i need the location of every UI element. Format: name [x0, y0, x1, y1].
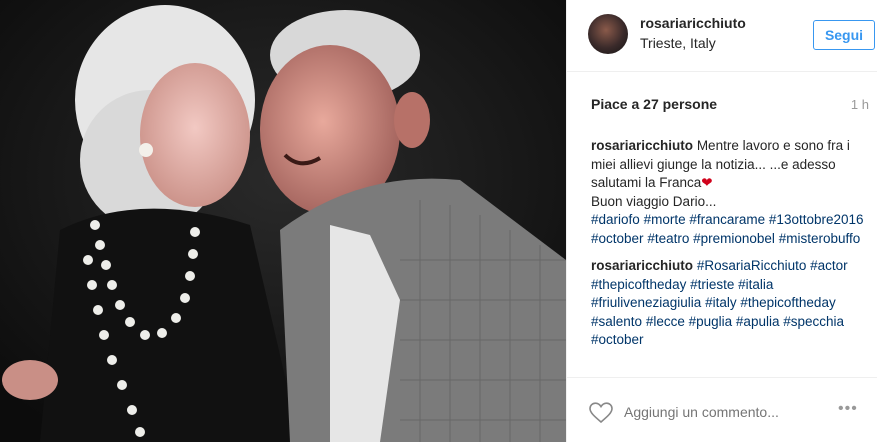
hashtag-link[interactable]: #italy — [705, 295, 737, 310]
heart-outline-icon[interactable] — [589, 402, 613, 424]
hashtag-link[interactable]: #italia — [738, 277, 773, 292]
comment-2: rosariaricchiuto #RosariaRicchiuto #acto… — [591, 257, 873, 350]
comments-list: rosariaricchiuto Mentre lavoro e sono fr… — [591, 137, 873, 359]
hashtag-link[interactable]: #friuliveneziagiulia — [591, 295, 701, 310]
hashtag-link[interactable]: #premionobel — [693, 231, 775, 246]
hashtag-link[interactable]: #misterobuffo — [779, 231, 861, 246]
hashtag-link[interactable]: #thepicoftheday — [740, 295, 835, 310]
hashtag-link[interactable]: #lecce — [646, 314, 685, 329]
hashtag-link[interactable]: #actor — [810, 258, 848, 273]
more-options-icon[interactable]: ••• — [838, 400, 858, 418]
hashtag-link[interactable]: #specchia — [783, 314, 844, 329]
add-comment-input[interactable] — [624, 404, 824, 420]
post-time[interactable]: 1 h — [851, 97, 869, 112]
post-photo[interactable] — [0, 0, 566, 442]
post-header: rosariaricchiuto Trieste, Italy Segui — [567, 0, 877, 72]
hashtag-link[interactable]: #apulia — [736, 314, 780, 329]
hashtag-link[interactable]: #trieste — [690, 277, 734, 292]
hashtag-link[interactable]: #thepicoftheday — [591, 277, 686, 292]
hashtag-link[interactable]: #RosariaRicchiuto — [697, 258, 807, 273]
header-location[interactable]: Trieste, Italy — [640, 35, 716, 51]
comment-bar: ••• — [567, 377, 877, 442]
comment-1: rosariaricchiuto Mentre lavoro e sono fr… — [591, 137, 873, 248]
hashtag-link[interactable]: #13ottobre2016 — [769, 212, 864, 227]
hashtag-link[interactable]: #october — [591, 231, 644, 246]
avatar[interactable] — [588, 14, 628, 54]
post-container: rosariaricchiuto Trieste, Italy Segui Pi… — [0, 0, 877, 442]
comment-username[interactable]: rosariaricchiuto — [591, 258, 693, 273]
hashtag-link[interactable]: #teatro — [647, 231, 689, 246]
likes-count[interactable]: Piace a 27 persone — [591, 96, 717, 112]
hashtag-link[interactable]: #francarame — [689, 212, 765, 227]
post-sidebar: rosariaricchiuto Trieste, Italy Segui Pi… — [566, 0, 877, 442]
hashtag-link[interactable]: #puglia — [689, 314, 733, 329]
comment-text: Buon viaggio Dario... — [591, 193, 717, 209]
heart-emoji-icon: ❤ — [701, 175, 713, 190]
hashtag-link[interactable]: #october — [591, 332, 644, 347]
hashtag-link[interactable]: #dariofo — [591, 212, 640, 227]
hashtag-link[interactable]: #salento — [591, 314, 642, 329]
post-photo-image — [0, 0, 566, 442]
comment-username[interactable]: rosariaricchiuto — [591, 138, 693, 153]
header-username[interactable]: rosariaricchiuto — [640, 15, 746, 31]
follow-button[interactable]: Segui — [813, 20, 875, 50]
hashtag-link[interactable]: #morte — [644, 212, 686, 227]
